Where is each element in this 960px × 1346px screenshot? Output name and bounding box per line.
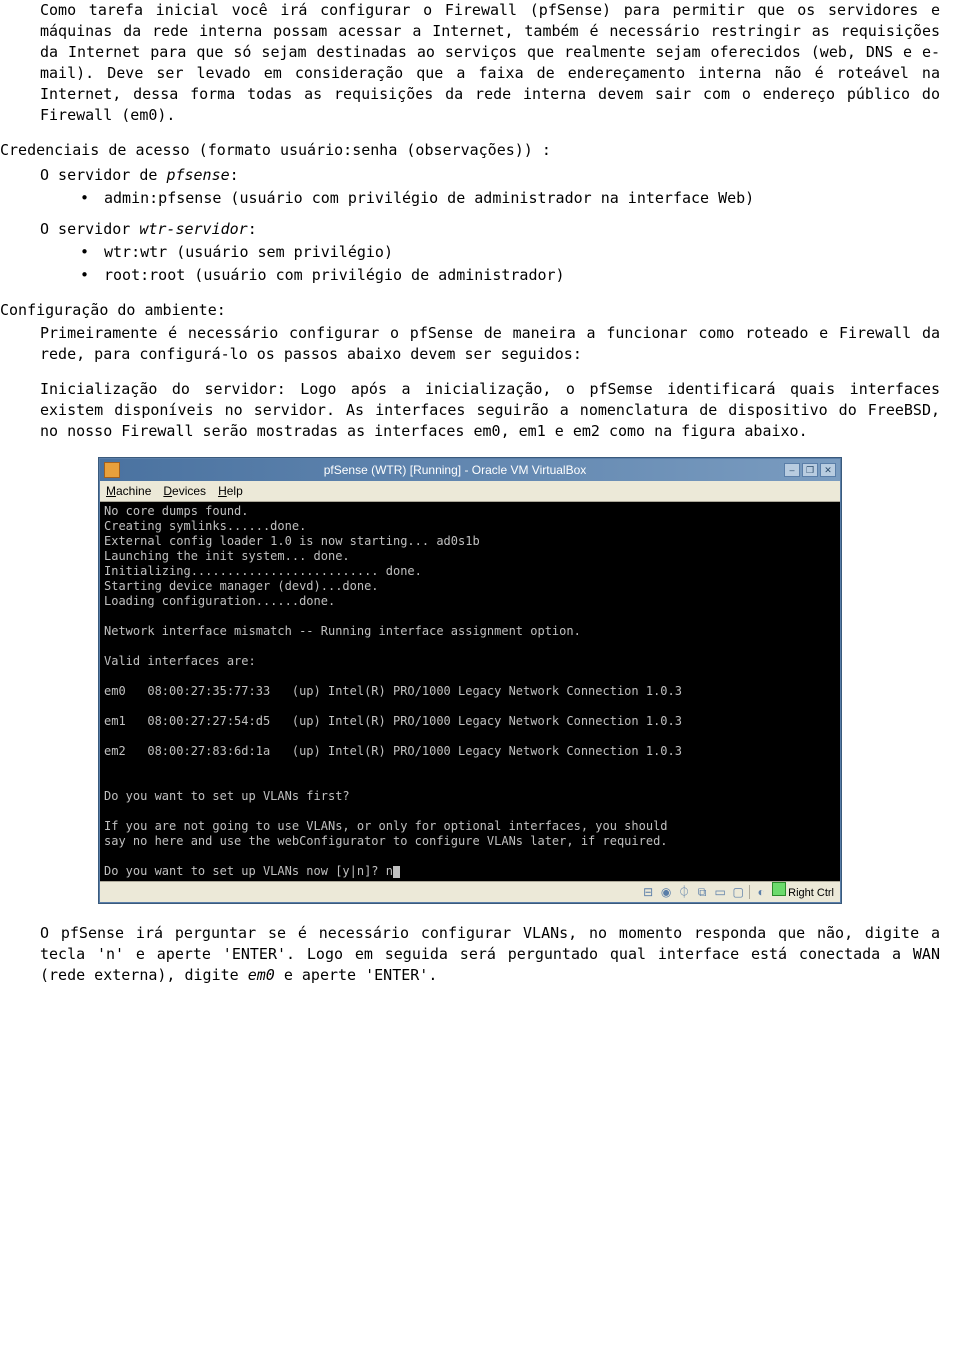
cred-pfsense: admin:pfsense (usuário com privilégio de… <box>80 188 940 209</box>
config-heading: Configuração do ambiente: <box>0 300 940 321</box>
config-p1: Primeiramente é necessário configurar o … <box>40 323 940 365</box>
server-wtr-prefix: O servidor <box>40 220 139 238</box>
vbox-icon <box>104 462 120 478</box>
minimize-button[interactable]: – <box>784 463 800 477</box>
after-prefix: O pfSense irá perguntar se é necessário … <box>40 924 940 984</box>
shared-icon: ▭ <box>713 885 727 899</box>
after-suffix: e aperte 'ENTER'. <box>275 966 438 984</box>
cred-wtr1: wtr:wtr (usuário sem privilégio) <box>80 242 940 263</box>
colon-2: : <box>248 220 257 238</box>
credentials-heading: Credenciais de acesso (formato usuário:s… <box>0 140 940 161</box>
status-sep <box>749 885 750 899</box>
hostkey-text: Right Ctrl <box>788 887 834 899</box>
vm-window: pfSense (WTR) [Running] - Oracle VM Virt… <box>99 458 841 903</box>
cd-icon: ◉ <box>659 885 673 899</box>
mouse-icon: ◐ <box>754 885 768 899</box>
close-button[interactable]: ✕ <box>820 463 836 477</box>
colon-1: : <box>230 166 239 184</box>
console-text: No core dumps found. Creating symlinks..… <box>104 504 682 878</box>
menu-help[interactable]: Help <box>218 483 243 500</box>
window-buttons: – ❐ ✕ <box>784 463 836 477</box>
menu-devices[interactable]: Devices <box>163 483 206 500</box>
config-p2: Inicialização do servidor: Logo após a i… <box>40 379 940 442</box>
after-vm-paragraph: O pfSense irá perguntar se é necessário … <box>40 923 940 986</box>
server-pfsense-line: O servidor de pfsense: <box>40 165 940 186</box>
cred-wtr2: root:root (usuário com privilégio de adm… <box>80 265 940 286</box>
pfsense-cred-list: admin:pfsense (usuário com privilégio de… <box>80 188 940 209</box>
wtr-cred-list: wtr:wtr (usuário sem privilégio) root:ro… <box>80 242 940 286</box>
usb-icon: ⏀ <box>677 885 691 899</box>
menu-machine[interactable]: MMachineachine <box>106 483 151 500</box>
after-em0: em0 <box>248 966 275 984</box>
vm-menubar: MMachineachine Devices Help <box>100 481 840 502</box>
maximize-button[interactable]: ❐ <box>802 463 818 477</box>
intro-paragraph: Como tarefa inicial você irá configurar … <box>40 0 940 126</box>
vm-console[interactable]: No core dumps found. Creating symlinks..… <box>100 502 840 881</box>
server-pfsense-name: pfsense <box>166 166 229 184</box>
display-icon: ▢ <box>731 885 745 899</box>
net-icon: ⧉ <box>695 885 709 899</box>
hd-icon: ⊟ <box>641 885 655 899</box>
server-wtr-name: wtr-servidor <box>139 220 247 238</box>
server-wtr-line: O servidor wtr-servidor: <box>40 219 940 240</box>
vm-title: pfSense (WTR) [Running] - Oracle VM Virt… <box>126 462 784 479</box>
server-pfsense-prefix: O servidor de <box>40 166 166 184</box>
vm-titlebar[interactable]: pfSense (WTR) [Running] - Oracle VM Virt… <box>100 459 840 481</box>
hostkey-label: Right Ctrl <box>772 882 834 901</box>
console-cursor <box>393 866 400 878</box>
vm-statusbar: ⊟ ◉ ⏀ ⧉ ▭ ▢ ◐ Right Ctrl <box>100 881 840 902</box>
hostkey-icon <box>772 882 786 896</box>
